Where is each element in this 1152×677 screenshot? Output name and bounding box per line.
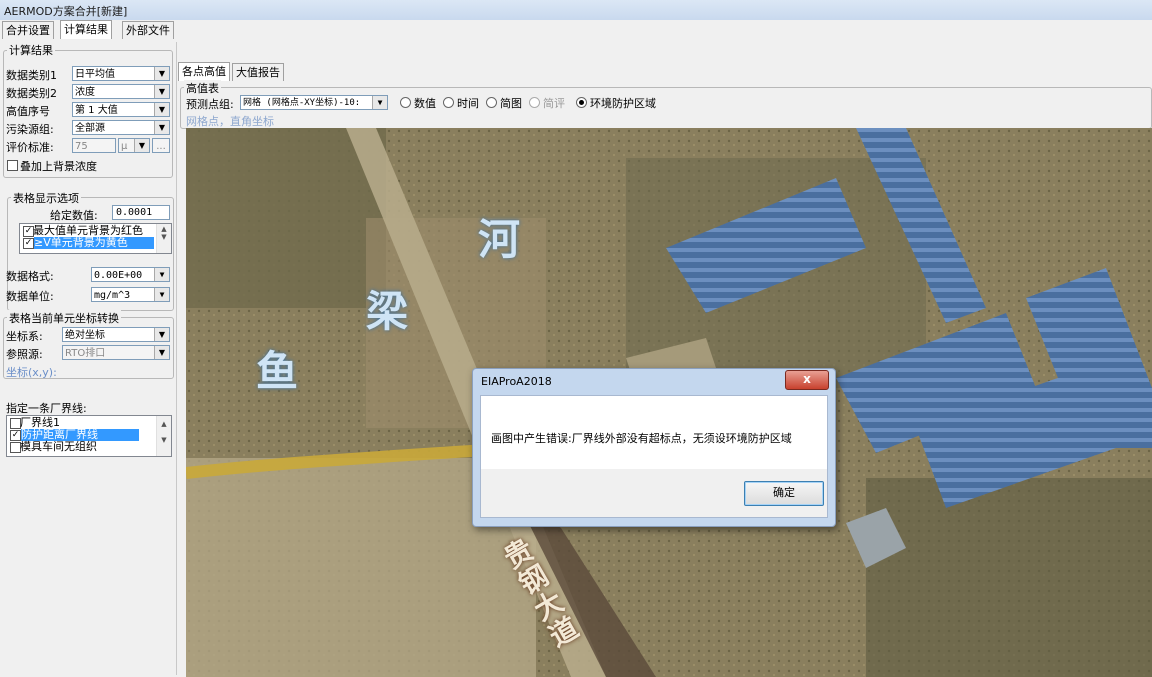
chevron-down-icon[interactable]: ▼ [154,328,169,341]
boundary-list-scrollbar[interactable]: ▲ ▼ [156,416,171,456]
radio-time[interactable] [443,97,454,108]
tab-external-files[interactable]: 外部文件 [122,21,174,39]
source-group-label: 污染源组: [6,123,54,136]
data-unit-combo[interactable]: mg/m^3 ▼ [91,287,170,302]
dialog-footer: 确定 [480,469,828,518]
chevron-down-icon[interactable]: ▼ [154,85,169,98]
window-titlebar: AERMOD方案合并[新建] [0,0,1152,20]
eval-standard-unit-combo[interactable]: μ ▼ [118,138,150,153]
boundary-item-3[interactable]: 模具车间无组织 [8,441,97,453]
data-category2-label: 数据类别2 [6,87,57,100]
data-format-label: 数据格式: [6,270,54,283]
tab-merge-settings[interactable]: 合并设置 [2,21,54,39]
close-icon[interactable]: x [785,370,829,390]
data-unit-label: 数据单位: [6,290,54,303]
display-options-scrollbar[interactable]: ▲ ▼ [156,224,171,253]
data-format-combo[interactable]: 0.00E+00 ▼ [91,267,170,282]
given-value-label: 给定数值: [50,209,98,222]
source-group-value: 全部源 [75,123,105,134]
coord-readout: 坐标(x,y): [6,366,57,379]
chevron-down-icon[interactable]: ▼ [154,67,169,80]
eval-standard-label: 评价标准: [6,141,54,154]
radio-brief-eval-label: 简评 [543,97,565,110]
dialog-title: EIAProA2018 [481,375,552,388]
coord-system-value: 绝对坐标 [65,330,105,341]
chevron-down-icon[interactable]: ▼ [154,103,169,116]
prediction-group-combo[interactable]: 网格 (网格点-XY坐标)-10: ▼ [240,95,388,110]
eval-standard-input[interactable]: 75 [72,138,116,153]
boundary-label: 指定一条厂界线: [6,402,87,415]
high-value-rank-label: 高值序号 [6,105,50,118]
data-format-value: 0.00E+00 [94,270,143,281]
boundary-list[interactable]: 厂界线1 ✓ 防护距离厂界线 模具车间无组织 ▲ ▼ [6,415,172,457]
chevron-down-icon[interactable]: ▼ [154,346,169,359]
window-title: AERMOD方案合并[新建] [4,5,128,18]
data-category2-value: 浓度 [75,87,95,98]
radio-env-protection[interactable] [576,97,587,108]
prediction-group-value: 网格 (网格点-XY坐标)-10: [243,98,361,108]
source-group-combo[interactable]: 全部源 ▼ [72,120,170,135]
radio-brief-eval[interactable] [529,97,540,108]
grid-info: 网格点，直角坐标 [186,115,274,128]
scroll-up-icon[interactable]: ▲ [157,225,171,233]
radio-env-protection-label: 环境防护区域 [590,97,656,110]
coord-convert-title: 表格当前单元坐标转换 [7,310,121,326]
calc-results-title: 计算结果 [7,42,55,58]
chevron-down-icon[interactable]: ▼ [372,96,387,109]
chevron-down-icon[interactable]: ▼ [154,121,169,134]
overlay-background-checkbox[interactable] [7,160,18,171]
map-label-liang: 梁 [366,287,409,336]
scroll-up-icon[interactable]: ▲ [157,420,171,428]
option-v-yellow[interactable]: ≥V单元背景为黄色 [34,237,154,249]
map-label-river: 河 [478,215,521,264]
high-value-rank-value: 第 1 大值 [75,105,118,116]
data-category1-combo[interactable]: 日平均值 ▼ [72,66,170,81]
radio-numeric[interactable] [400,97,411,108]
map-label-yu: 鱼 [256,347,299,396]
reference-source-combo[interactable]: RTO排口 ▼ [62,345,170,360]
prediction-group-label: 预测点组: [186,98,234,111]
data-unit-value: mg/m^3 [94,290,131,301]
radio-sketch[interactable] [486,97,497,108]
data-category1-label: 数据类别1 [6,69,57,82]
table-display-title: 表格显示选项 [11,190,81,206]
result-area-header: 各点高值 大值报告 高值表 预测点组: 网格 (网格点-XY坐标)-10: ▼ 数… [178,58,1152,129]
tab-calc-results[interactable]: 计算结果 [60,20,112,39]
chevron-down-icon[interactable]: ▼ [154,268,169,281]
ok-button[interactable]: 确定 [744,481,824,506]
radio-sketch-label: 简图 [500,97,522,110]
eval-standard-unit: μ [121,141,128,152]
high-value-table-title: 高值表 [184,80,221,96]
radio-time-label: 时间 [457,97,479,110]
data-category2-combo[interactable]: 浓度 ▼ [72,84,170,99]
reference-source-label: 参照源: [6,348,43,361]
error-dialog: EIAProA2018 x 画图中产生错误:厂界线外部没有超标点，无须设环境防护… [472,368,836,527]
eval-standard-more-button[interactable]: ... [152,138,170,153]
tab-point-high-values[interactable]: 各点高值 [178,62,230,81]
radio-numeric-label: 数值 [414,97,436,110]
chevron-down-icon[interactable]: ▼ [154,288,169,301]
left-panel: 计算结果 数据类别1 日平均值 ▼ 数据类别2 浓度 ▼ 高值序号 第 1 大值 ▼ … [2,42,177,675]
scroll-down-icon[interactable]: ▼ [157,436,171,444]
overlay-background-label: 叠加上背景浓度 [20,160,97,173]
data-category1-value: 日平均值 [75,69,115,80]
scroll-down-icon[interactable]: ▼ [157,233,171,241]
given-value-input[interactable]: 0.0001 [112,205,170,220]
option-v-yellow-checkbox[interactable]: ✓ [23,238,34,249]
dialog-body: 画图中产生错误:厂界线外部没有超标点，无须设环境防护区域 [480,395,828,470]
chevron-down-icon[interactable]: ▼ [134,139,149,152]
coord-system-combo[interactable]: 绝对坐标 ▼ [62,327,170,342]
high-value-rank-combo[interactable]: 第 1 大值 ▼ [72,102,170,117]
reference-source-value: RTO排口 [65,348,106,359]
tab-high-value-report[interactable]: 大值报告 [232,63,284,81]
coord-system-label: 坐标系: [6,330,43,343]
dialog-message: 画图中产生错误:厂界线外部没有超标点，无须设环境防护区域 [491,432,792,445]
display-options-list[interactable]: ✓ 最大值单元背景为红色 ✓ ≥V单元背景为黄色 ▲ ▼ [19,223,172,254]
